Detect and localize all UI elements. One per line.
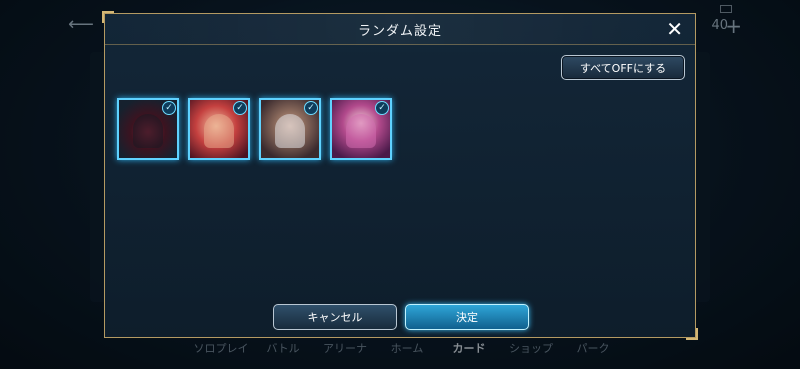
card-art [275, 114, 305, 148]
checkmark-icon: ✓ [233, 101, 247, 115]
purple-hair-girl-card[interactable]: ✓ [330, 98, 392, 160]
cancel-button[interactable]: キャンセル [273, 304, 397, 330]
red-hair-girl-card[interactable]: ✓ [188, 98, 250, 160]
all-off-button[interactable]: すべてOFFにする [561, 55, 685, 80]
dark-demon-card[interactable]: ✓ [117, 98, 179, 160]
selected-cards-list: ✓ ✓ ✓ ✓ [117, 98, 392, 160]
close-icon[interactable]: ✕ [666, 17, 683, 41]
dialog-title-bar: ランダム設定 ✕ [105, 14, 695, 45]
checkmark-icon: ✓ [162, 101, 176, 115]
card-art [204, 114, 234, 148]
dialog-title: ランダム設定 [357, 23, 442, 39]
checkmark-icon: ✓ [304, 101, 318, 115]
card-art [346, 114, 376, 148]
random-settings-dialog: ランダム設定 ✕ すべてOFFにする ✓ ✓ ✓ ✓ キャンセル 決定 [102, 11, 698, 340]
silver-hair-girl-card[interactable]: ✓ [259, 98, 321, 160]
card-art [133, 114, 163, 148]
confirm-button[interactable]: 決定 [405, 304, 529, 330]
checkmark-icon: ✓ [375, 101, 389, 115]
